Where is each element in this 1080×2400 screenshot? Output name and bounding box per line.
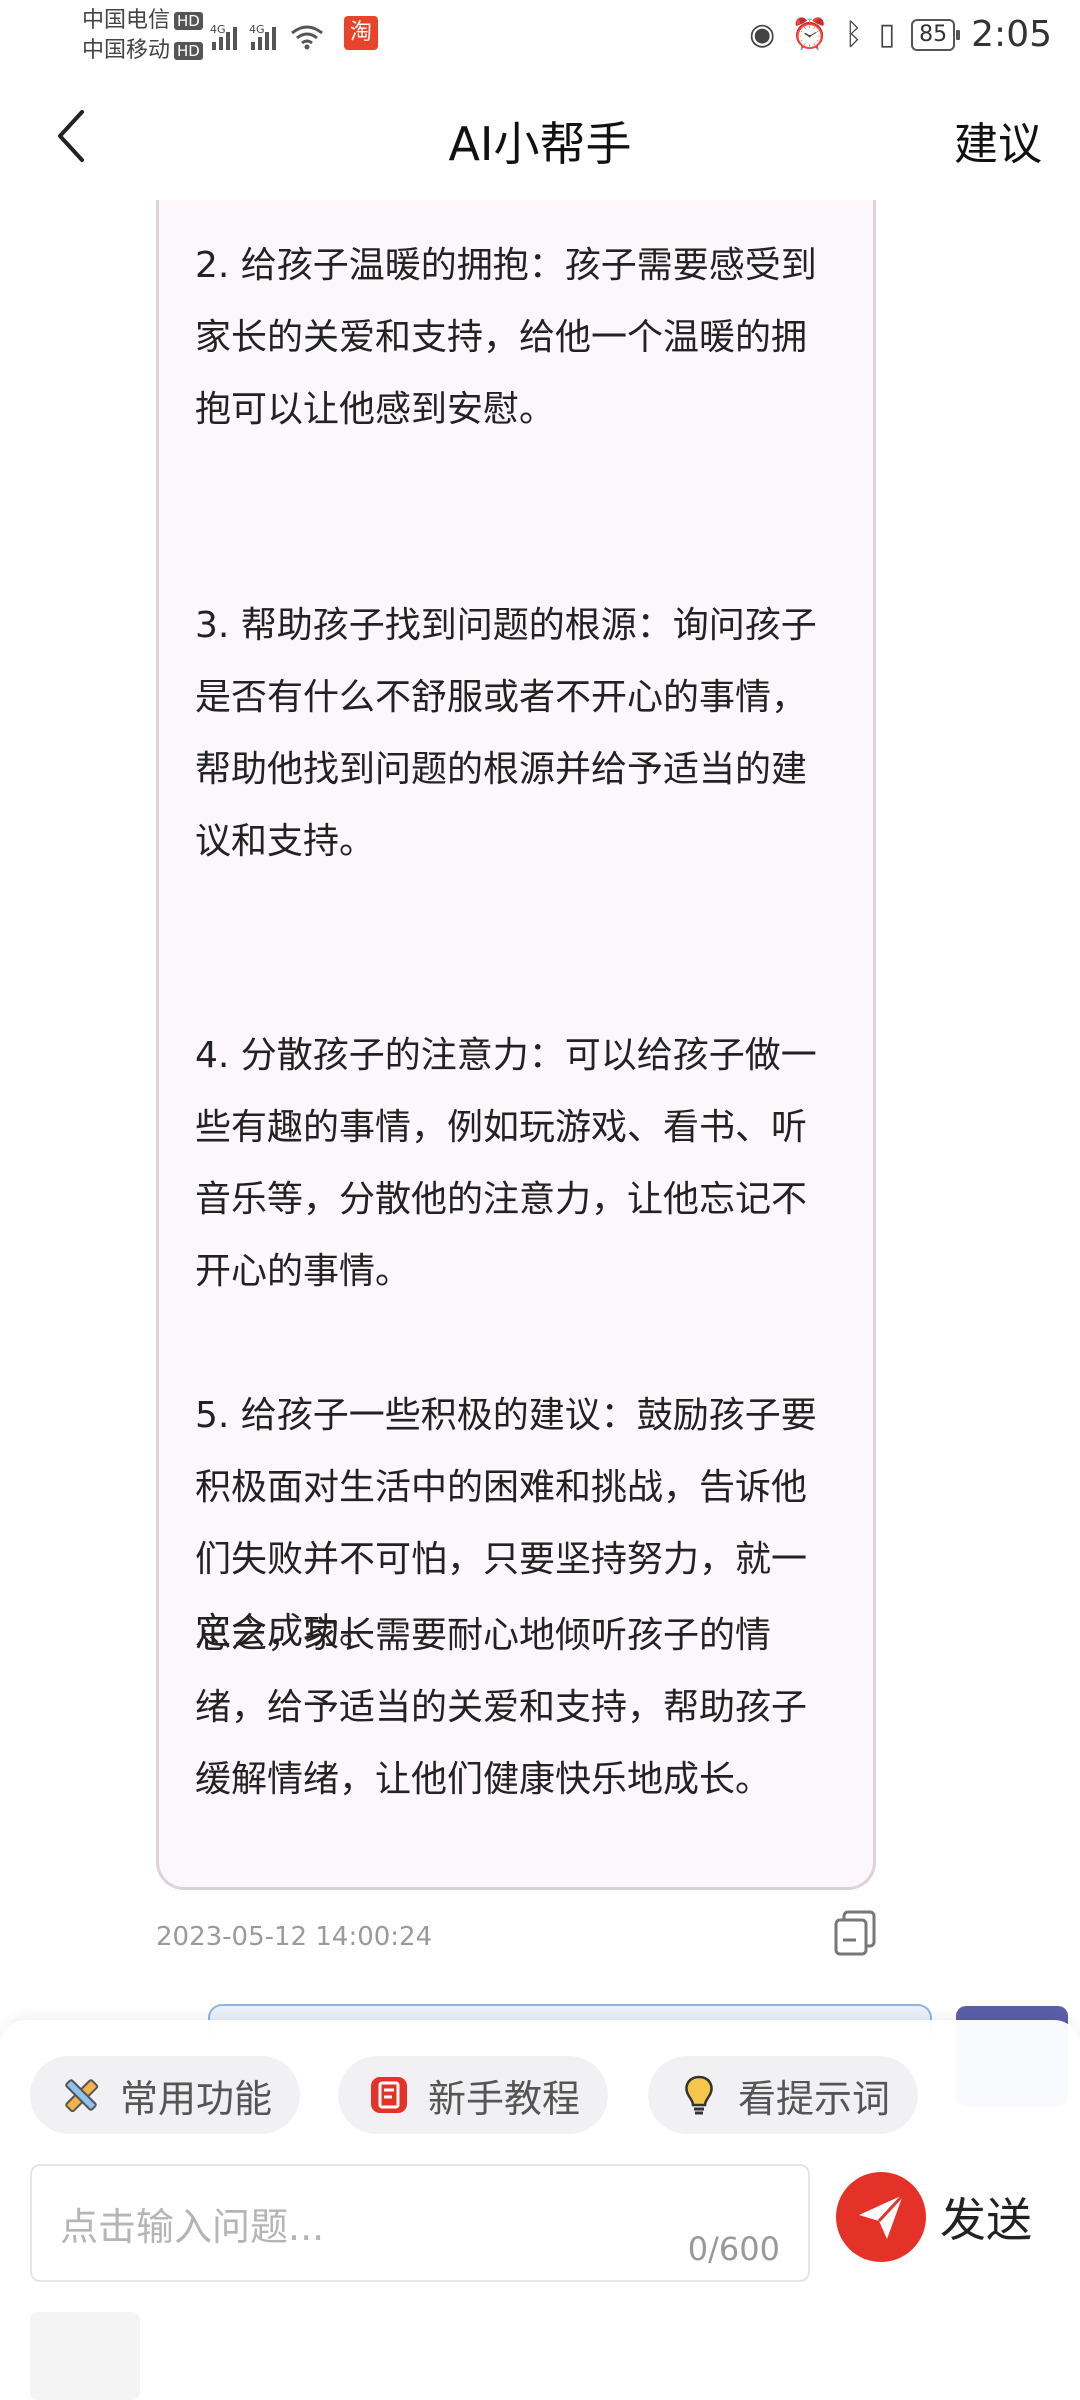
faded-background-element bbox=[30, 2312, 140, 2400]
chip-label: 新手教程 bbox=[428, 2076, 581, 2121]
alarm-icon: ⏰ bbox=[791, 17, 829, 52]
suggest-button[interactable]: 建议 bbox=[954, 108, 1042, 172]
wifi-icon bbox=[291, 25, 323, 50]
pencil-ruler-icon bbox=[58, 2072, 104, 2118]
message-paragraph: 3. 帮助孩子找到问题的根源：询问孩子是否有什么不舒服或者不开心的事情，帮助他找… bbox=[195, 605, 817, 862]
ai-message-bubble: 2. 给孩子温暖的拥抱：孩子需要感受到家长的关爱和支持，给他一个温暖的拥抱可以让… bbox=[156, 200, 876, 1890]
signal-icon: 4G bbox=[210, 23, 237, 50]
carrier-info: 中国电信 HD 中国移动 HD bbox=[82, 6, 203, 66]
carrier-2: 中国移动 bbox=[82, 38, 171, 63]
message-timestamp: 2023-05-12 14:00:24 bbox=[156, 1922, 433, 1952]
status-right: ◉ ⏰ ᛒ ▯ 85 2:05 bbox=[749, 14, 1052, 55]
chip-label: 看提示词 bbox=[738, 2076, 891, 2121]
message-paragraph: 4. 分散孩子的注意力：可以给孩子做一些有趣的事情，例如玩游戏、看书、听音乐等，… bbox=[195, 1035, 817, 1292]
input-placeholder: 点击输入问题... bbox=[60, 2205, 325, 2249]
tutorial-icon bbox=[366, 2072, 412, 2118]
hd-badge: HD bbox=[174, 12, 203, 30]
vibrate-icon: ▯ bbox=[878, 17, 896, 52]
hd-badge: HD bbox=[174, 42, 203, 60]
battery-indicator: 85 bbox=[911, 18, 961, 51]
eye-icon: ◉ bbox=[749, 17, 776, 52]
copy-icon[interactable] bbox=[834, 1910, 878, 1956]
paper-plane-icon bbox=[836, 2172, 926, 2262]
message-paragraph: 总之，家长需要耐心地倾听孩子的情绪，给予适当的关爱和支持，帮助孩子缓解情绪，让他… bbox=[195, 1615, 808, 1800]
carrier-1: 中国电信 bbox=[82, 8, 171, 33]
tutorial-button[interactable]: 新手教程 bbox=[338, 2056, 609, 2134]
view-prompts-button[interactable]: 看提示词 bbox=[648, 2056, 919, 2134]
question-input[interactable]: 点击输入问题... 0/600 bbox=[30, 2164, 810, 2282]
chip-label: 常用功能 bbox=[120, 2076, 273, 2121]
page-title: AI小帮手 bbox=[448, 117, 632, 171]
send-button[interactable]: 发送 bbox=[836, 2172, 1032, 2262]
bottom-input-panel: 常用功能 新手教程 看提示词 点击输入问题... 0/600 发送 bbox=[0, 2020, 1080, 2400]
lightbulb-icon bbox=[676, 2072, 722, 2118]
common-functions-button[interactable]: 常用功能 bbox=[30, 2056, 301, 2134]
status-bar: 中国电信 HD 中国移动 HD 4G 4G 淘 ◉ ⏰ ᛒ ▯ 85 2:05 bbox=[0, 0, 1080, 78]
taobao-app-icon: 淘 bbox=[344, 16, 378, 50]
app-header: AI小帮手 建议 bbox=[0, 78, 1080, 204]
bluetooth-icon: ᛒ bbox=[844, 17, 863, 52]
signal-indicators: 4G 4G 淘 bbox=[210, 16, 378, 50]
signal-icon: 4G bbox=[249, 23, 276, 50]
message-paragraph: 2. 给孩子温暖的拥抱：孩子需要感受到家长的关爱和支持，给他一个温暖的拥抱可以让… bbox=[195, 245, 817, 430]
clock: 2:05 bbox=[971, 14, 1052, 55]
send-label: 发送 bbox=[940, 2193, 1032, 2247]
char-counter: 0/600 bbox=[687, 2230, 780, 2268]
